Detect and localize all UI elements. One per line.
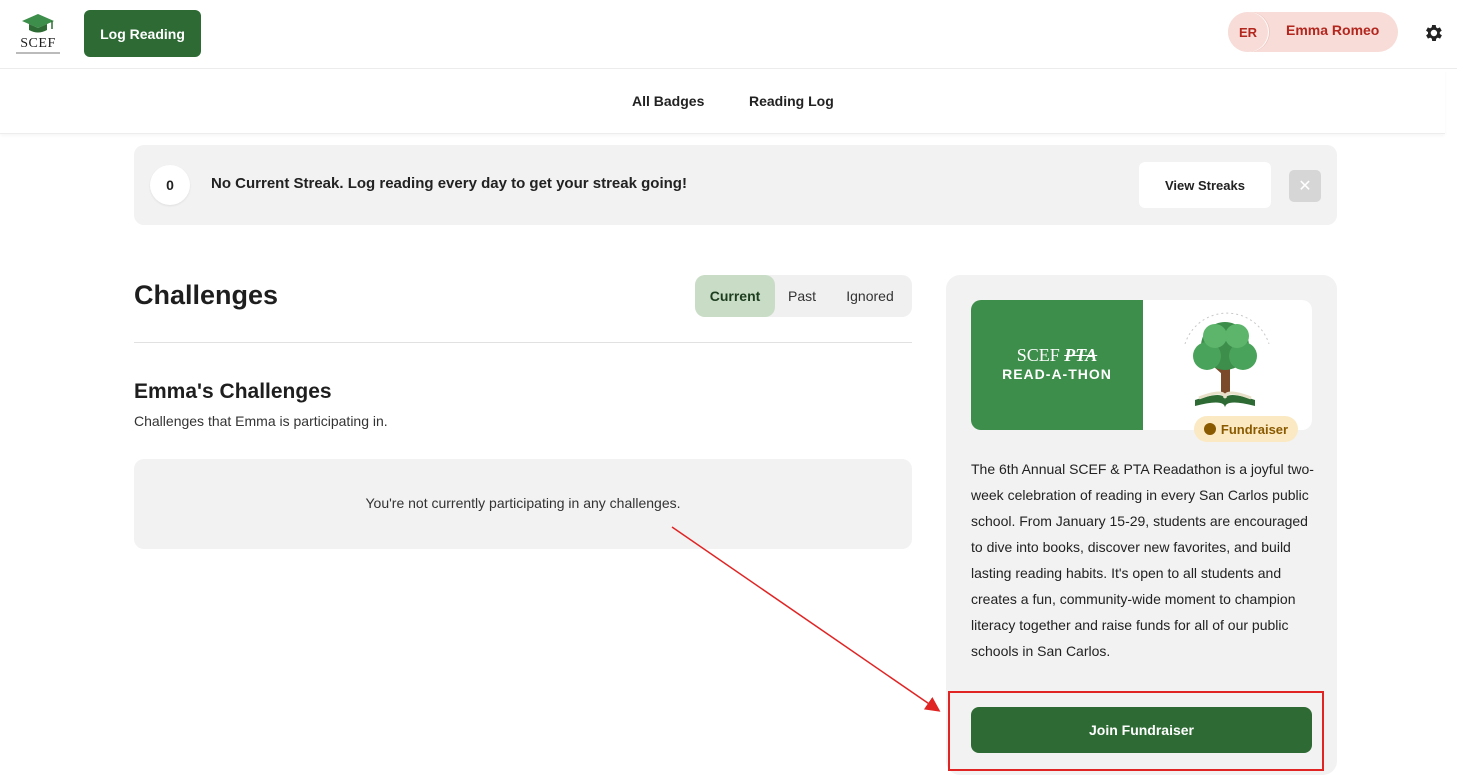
log-reading-button[interactable]: Log Reading bbox=[84, 10, 201, 57]
logo-tagline bbox=[16, 52, 60, 54]
tab-current[interactable]: Current bbox=[695, 275, 775, 317]
nav-reading-log[interactable]: Reading Log bbox=[749, 93, 834, 109]
banner-title: SCEF PTA bbox=[971, 345, 1143, 366]
streak-banner: 0 No Current Streak. Log reading every d… bbox=[134, 145, 1337, 225]
view-streaks-button[interactable]: View Streaks bbox=[1139, 162, 1271, 208]
sub-navigation: All Badges Reading Log bbox=[0, 69, 1445, 134]
fundraiser-description: The 6th Annual SCEF & PTA Readathon is a… bbox=[971, 461, 1314, 659]
close-icon[interactable]: ✕ bbox=[1289, 170, 1321, 202]
readathon-banner[interactable]: SCEF PTA READ-A-THON bbox=[971, 300, 1312, 430]
scef-logo[interactable]: SCEF bbox=[14, 12, 62, 58]
streak-message: No Current Streak. Log reading every day… bbox=[211, 175, 687, 192]
graduation-cap-icon bbox=[22, 14, 54, 33]
tab-past[interactable]: Past bbox=[777, 275, 827, 317]
fundraiser-badge-label: Fundraiser bbox=[1220, 421, 1289, 437]
streak-count: 0 bbox=[150, 165, 190, 205]
top-bar: SCEF Log Reading ER Emma Romeo bbox=[0, 0, 1457, 69]
pta-logo: PTA bbox=[1064, 345, 1098, 365]
divider bbox=[134, 342, 912, 343]
banner-subtitle: READ-A-THON bbox=[1002, 366, 1112, 382]
empty-state: You're not currently participating in an… bbox=[134, 459, 912, 549]
banner-prefix: SCEF bbox=[1016, 345, 1060, 365]
page-title: Challenges bbox=[134, 280, 279, 310]
annotation-highlight-box bbox=[948, 691, 1324, 771]
user-name[interactable]: Emma Romeo bbox=[1286, 22, 1379, 38]
nav-all-badges[interactable]: All Badges bbox=[632, 93, 704, 109]
gear-icon[interactable] bbox=[1422, 22, 1444, 44]
avatar[interactable]: ER bbox=[1228, 12, 1268, 52]
section-title: Emma's Challenges bbox=[134, 380, 332, 403]
section-subtitle: Challenges that Emma is participating in… bbox=[134, 413, 388, 429]
tree-book-illustration bbox=[1184, 312, 1270, 408]
tab-ignored[interactable]: Ignored bbox=[835, 275, 905, 317]
coin-icon bbox=[1203, 423, 1216, 435]
banner-green-panel: SCEF PTA READ-A-THON bbox=[971, 300, 1143, 430]
empty-state-text: You're not currently participating in an… bbox=[365, 495, 681, 511]
fundraiser-badge: Fundraiser bbox=[1194, 416, 1298, 442]
logo-wordmark: SCEF bbox=[20, 36, 56, 51]
challenge-filter-tabs: Current Past Ignored bbox=[695, 275, 912, 317]
